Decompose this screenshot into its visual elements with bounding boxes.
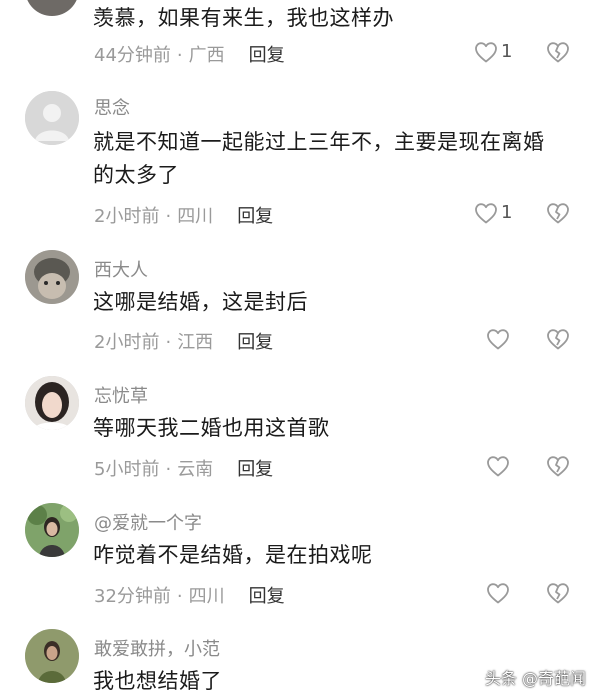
separator: ·: [165, 206, 172, 227]
comment-meta: 44分钟前 · 广西 回复: [94, 41, 285, 67]
avatar[interactable]: [25, 376, 79, 430]
dislike-button[interactable]: [546, 582, 570, 604]
person-silhouette-icon: [25, 91, 79, 145]
comment-meta: 32分钟前 · 四川 回复: [94, 582, 285, 608]
broken-heart-icon: [547, 42, 569, 63]
watermark: 头条 @奇葩闻: [484, 669, 586, 688]
separator: ·: [176, 45, 183, 66]
dislike-button[interactable]: [546, 328, 570, 350]
like-count: 1: [501, 202, 513, 223]
reply-button[interactable]: 回复: [249, 45, 285, 66]
username[interactable]: 忘忧草: [94, 382, 148, 408]
like-button[interactable]: [486, 328, 510, 350]
dislike-button[interactable]: [546, 202, 570, 224]
comment-time: 2小时前: [94, 206, 160, 227]
dislike-button[interactable]: [546, 455, 570, 477]
avatar[interactable]: [25, 629, 79, 683]
comment-location: 广西: [188, 45, 225, 66]
comment-time: 2小时前: [94, 332, 160, 353]
avatar-image: [25, 503, 79, 557]
comment-time: 32分钟前: [94, 586, 171, 607]
broken-heart-icon: [547, 456, 569, 477]
avatar[interactable]: [25, 0, 79, 16]
separator: ·: [176, 586, 183, 607]
comment-text: 咋觉着不是结婚，是在拍戏呢: [93, 543, 373, 567]
comment-text-line: 的太多了: [93, 163, 179, 187]
comment-time: 5小时前: [94, 459, 160, 480]
like-button[interactable]: [474, 202, 498, 224]
like-button[interactable]: [486, 455, 510, 477]
like-count: 1: [501, 41, 513, 62]
comment-time: 44分钟前: [94, 45, 171, 66]
avatar[interactable]: [25, 91, 79, 145]
comment-text: 就是不知道一起能过上三年不，主要是现在离婚 的太多了: [93, 126, 583, 192]
username[interactable]: 敢爱敢拼，小范: [94, 635, 220, 661]
dislike-button[interactable]: [546, 41, 570, 63]
heart-outline-icon: [475, 42, 497, 63]
like-button[interactable]: [474, 41, 498, 63]
comment-meta: 5小时前 · 云南 回复: [94, 455, 273, 481]
reply-button[interactable]: 回复: [249, 586, 285, 607]
heart-outline-icon: [487, 456, 509, 477]
username[interactable]: @爱就一个字: [94, 509, 202, 535]
avatar-image: [25, 250, 79, 304]
reply-button[interactable]: 回复: [237, 332, 273, 353]
username[interactable]: 思念: [94, 94, 130, 120]
heart-outline-icon: [487, 329, 509, 350]
comment-location: 四川: [177, 206, 214, 227]
comment-location: 四川: [188, 586, 225, 607]
broken-heart-icon: [547, 203, 569, 224]
like-button[interactable]: [486, 582, 510, 604]
username[interactable]: 西大人: [94, 256, 148, 282]
avatar-image: [25, 629, 79, 683]
avatar-image: [25, 376, 79, 430]
comment-location: 江西: [177, 332, 214, 353]
comment-meta: 2小时前 · 四川 回复: [94, 202, 273, 228]
avatar[interactable]: [25, 503, 79, 557]
comment-text-line: 就是不知道一起能过上三年不，主要是现在离婚: [93, 130, 545, 154]
comment-text: 羡慕，如果有来生，我也这样办: [93, 6, 394, 30]
heart-outline-icon: [475, 203, 497, 224]
reply-button[interactable]: 回复: [237, 206, 273, 227]
avatar[interactable]: [25, 250, 79, 304]
comment-meta: 2小时前 · 江西 回复: [94, 328, 273, 354]
reply-button[interactable]: 回复: [237, 459, 273, 480]
broken-heart-icon: [547, 329, 569, 350]
comment-text: 等哪天我二婚也用这首歌: [93, 416, 330, 440]
heart-outline-icon: [487, 583, 509, 604]
separator: ·: [165, 332, 172, 353]
separator: ·: [165, 459, 172, 480]
comment-location: 云南: [177, 459, 214, 480]
broken-heart-icon: [547, 583, 569, 604]
comment-text: 这哪是结婚，这是封后: [93, 290, 308, 314]
